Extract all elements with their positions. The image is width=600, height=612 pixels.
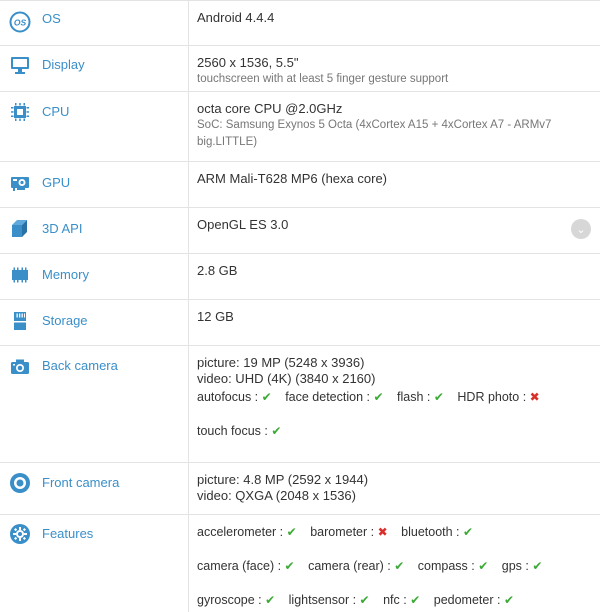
feature-hdr-photo: HDR photo : ✖ <box>457 390 540 404</box>
row-cpu: CPU octa core CPU @2.0GHz SoC: Samsung E… <box>0 92 600 162</box>
os-label: OS <box>42 11 61 26</box>
feature-compass: compass : ✔ <box>417 559 489 573</box>
features-label: Features <box>42 526 94 541</box>
memory-icon <box>9 264 31 286</box>
front-camera-icon <box>9 472 31 494</box>
monitor-icon <box>9 54 31 76</box>
gear-icon <box>9 523 31 545</box>
feature-accelerometer: accelerometer : ✔ <box>197 525 297 539</box>
row-os: OS OS Android 4.4.4 <box>0 1 600 46</box>
check-icon: ✔ <box>359 593 370 607</box>
svg-text:OS: OS <box>14 18 27 28</box>
display-sub: touchscreen with at least 5 finger gestu… <box>197 73 449 85</box>
row-features: Features accelerometer : ✔ barometer : ✖… <box>0 515 600 612</box>
row-display-header: Display <box>0 46 189 91</box>
row-front-camera: Front camera picture: 4.8 MP (2592 x 194… <box>0 463 600 515</box>
back-camera-label: Back camera <box>42 358 118 373</box>
feature-face-detection: face detection : ✔ <box>285 390 384 404</box>
row-back-camera: Back camera picture: 19 MP (5248 x 3936)… <box>0 346 600 463</box>
check-icon: ✔ <box>503 593 515 607</box>
front-camera-video: video: QXGA (2048 x 1536) <box>197 488 356 503</box>
check-icon: ✔ <box>373 390 384 404</box>
front-camera-picture: picture: 4.8 MP (2592 x 1944) <box>197 472 369 487</box>
cpu-icon <box>9 101 31 123</box>
feature-pedometer: pedometer : ✔ <box>433 593 515 607</box>
row-storage-header: Storage <box>0 300 189 345</box>
cpu-label: CPU <box>42 104 70 119</box>
feature-camera-face: camera (face) : ✔ <box>197 559 295 573</box>
back-camera-picture: picture: 19 MP (5248 x 3936) <box>197 355 365 370</box>
row-gpu: GPU ARM Mali-T628 MP6 (hexa core) <box>0 162 600 208</box>
sd-card-icon <box>9 310 31 332</box>
gpu-label: GPU <box>42 175 71 190</box>
features-line3: gyroscope : ✔ lightsensor : ✔ nfc : ✔ pe… <box>197 592 590 608</box>
back-camera-video: video: UHD (4K) (3840 x 2160) <box>197 371 376 386</box>
row-memory-header: Memory <box>0 254 189 299</box>
cube-icon <box>9 218 31 240</box>
feature-gyroscope: gyroscope : ✔ <box>197 593 276 607</box>
row-display: Display 2560 x 1536, 5.5" touchscreen wi… <box>0 46 600 92</box>
cpu-sub-line1: SoC: Samsung Exynos 5 Octa (4xCortex A15… <box>197 119 552 131</box>
cpu-sub-line2: big.LITTLE) <box>197 136 258 148</box>
check-icon: ✔ <box>284 559 295 573</box>
storage-value: 12 GB <box>197 309 234 324</box>
camera-icon <box>9 356 31 378</box>
row-3d-api-header: 3D API <box>0 208 189 253</box>
features-line2: camera (face) : ✔ camera (rear) : ✔ comp… <box>197 558 590 574</box>
display-label: Display <box>42 57 85 72</box>
chevron-down-icon[interactable]: ⌄ <box>571 219 591 239</box>
feature-camera-rear: camera (rear) : ✔ <box>308 559 405 573</box>
feature-flash: flash : ✔ <box>397 390 444 404</box>
row-cpu-header: CPU <box>0 92 189 161</box>
row-storage: Storage 12 GB <box>0 300 600 346</box>
check-icon: ✔ <box>433 390 444 404</box>
check-icon: ✔ <box>478 559 489 573</box>
api-value: OpenGL ES 3.0 <box>197 217 289 232</box>
check-icon: ✔ <box>532 559 543 573</box>
check-icon: ✔ <box>410 593 421 607</box>
spec-table: OS OS Android 4.4.4 Display 2560 x 1536,… <box>0 0 600 612</box>
feature-barometer: barometer : ✖ <box>310 525 388 539</box>
cross-icon: ✖ <box>377 525 388 539</box>
feature-gps: gps : ✔ <box>501 559 543 573</box>
row-os-header: OS OS <box>0 1 189 45</box>
back-camera-features-line1: autofocus : ✔ face detection : ✔ flash :… <box>197 389 590 405</box>
check-icon: ✔ <box>261 390 272 404</box>
back-camera-features-line2: touch focus : ✔ <box>197 423 590 439</box>
os-value: Android 4.4.4 <box>197 10 275 25</box>
features-line1: accelerometer : ✔ barometer : ✖ bluetoot… <box>197 524 590 540</box>
cpu-value: octa core CPU @2.0GHz <box>197 101 343 116</box>
api-label: 3D API <box>42 221 83 236</box>
memory-label: Memory <box>42 267 89 282</box>
display-value: 2560 x 1536, 5.5" <box>197 55 299 70</box>
gpu-icon <box>9 172 31 194</box>
row-gpu-header: GPU <box>0 162 189 207</box>
feature-nfc: nfc : ✔ <box>383 593 421 607</box>
row-features-header: Features <box>0 515 189 612</box>
feature-autofocus: autofocus : ✔ <box>197 390 272 404</box>
feature-bluetooth: bluetooth : ✔ <box>401 525 474 539</box>
check-icon: ✔ <box>271 424 282 438</box>
front-camera-label: Front camera <box>42 475 120 490</box>
gpu-value: ARM Mali-T628 MP6 (hexa core) <box>197 171 387 186</box>
storage-label: Storage <box>42 313 88 328</box>
row-back-camera-header: Back camera <box>0 346 189 462</box>
memory-value: 2.8 GB <box>197 263 238 278</box>
check-icon: ✔ <box>463 525 474 539</box>
feature-touch-focus: touch focus : ✔ <box>197 424 282 438</box>
os-icon: OS <box>9 11 31 33</box>
cross-icon: ✖ <box>529 390 540 404</box>
row-front-camera-header: Front camera <box>0 463 189 514</box>
row-memory: Memory 2.8 GB <box>0 254 600 300</box>
check-icon: ✔ <box>286 525 297 539</box>
check-icon: ✔ <box>394 559 405 573</box>
check-icon: ✔ <box>265 593 276 607</box>
row-3d-api: 3D API OpenGL ES 3.0 ⌄ <box>0 208 600 254</box>
feature-lightsensor: lightsensor : ✔ <box>288 593 370 607</box>
